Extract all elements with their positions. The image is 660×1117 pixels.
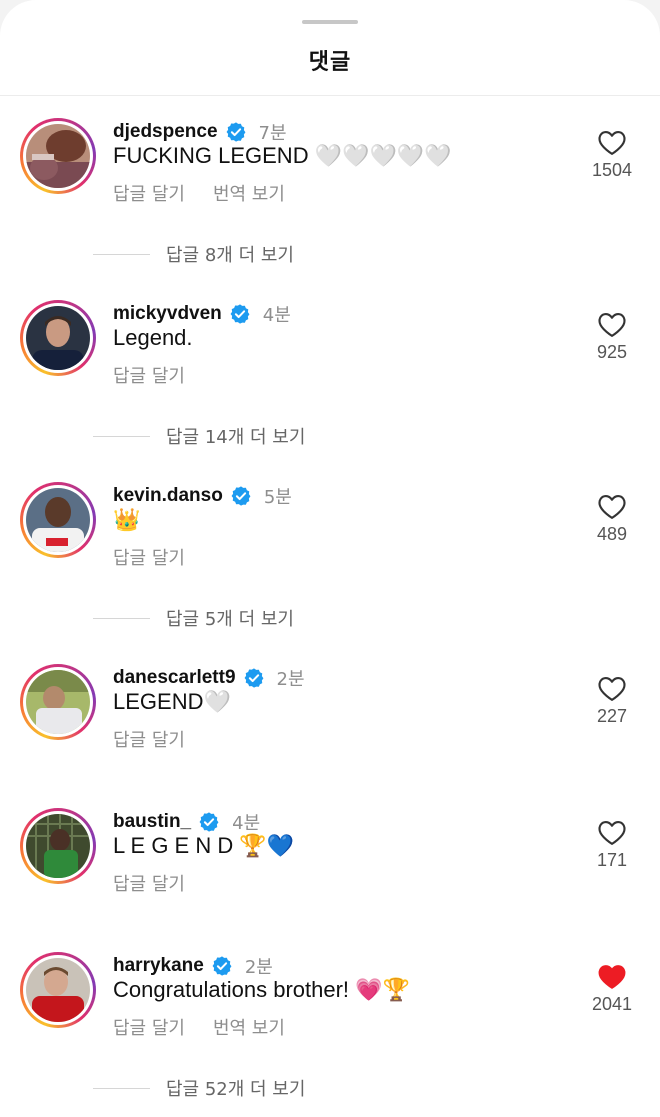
comment-time: 5분 xyxy=(263,487,292,508)
translate-button[interactable]: 번역 보기 xyxy=(213,180,285,206)
verified-badge-icon xyxy=(231,486,251,506)
comment-time: 2분 xyxy=(244,957,273,978)
avatar[interactable] xyxy=(20,664,96,740)
heart-outline-icon xyxy=(598,312,626,337)
heart-outline-icon xyxy=(598,130,626,155)
avatar[interactable] xyxy=(20,118,96,194)
like-count: 489 xyxy=(596,524,628,544)
heart-outline-icon xyxy=(598,494,626,519)
reply-divider-line xyxy=(93,435,150,437)
more-replies-label: 답글 52개 더 보기 xyxy=(166,1079,306,1100)
like-button[interactable]: 227 xyxy=(582,674,642,727)
avatar-photo xyxy=(26,306,90,370)
sheet-title: 댓글 xyxy=(308,50,352,75)
like-button[interactable]: 2041 xyxy=(582,962,642,1015)
avatar[interactable] xyxy=(20,952,96,1028)
avatar-photo xyxy=(26,958,90,1022)
heart-filled-icon xyxy=(598,965,626,989)
reply-button[interactable]: 답글 달기 xyxy=(113,870,185,896)
comment-username[interactable]: djedspence xyxy=(113,121,218,143)
more-replies-label: 답글 5개 더 보기 xyxy=(166,609,294,630)
view-more-replies[interactable]: 답글 52개 더 보기 xyxy=(93,1076,305,1100)
comment-time: 4분 xyxy=(232,813,261,834)
like-button[interactable]: 1504 xyxy=(582,128,642,181)
verified-badge-icon xyxy=(212,956,232,976)
view-more-replies[interactable]: 답글 5개 더 보기 xyxy=(93,606,294,630)
like-count: 171 xyxy=(596,850,628,870)
view-more-replies[interactable]: 답글 8개 더 보기 xyxy=(93,242,294,266)
reply-button[interactable]: 답글 달기 xyxy=(113,180,185,206)
avatar-photo xyxy=(26,124,90,188)
reply-divider-line xyxy=(93,253,150,255)
reply-button[interactable]: 답글 달기 xyxy=(113,726,185,752)
comment-time: 7분 xyxy=(258,123,287,144)
comment-text: Congratulations brother! 💗🏆 xyxy=(113,977,410,1002)
translate-button[interactable]: 번역 보기 xyxy=(213,1014,285,1040)
avatar-photo xyxy=(26,814,90,878)
avatar[interactable] xyxy=(20,482,96,558)
view-more-replies[interactable]: 답글 14개 더 보기 xyxy=(93,424,305,448)
reply-button[interactable]: 답글 달기 xyxy=(113,544,185,570)
comment-username[interactable]: harrykane xyxy=(113,955,204,977)
more-replies-label: 답글 8개 더 보기 xyxy=(166,245,294,266)
like-count: 227 xyxy=(596,706,628,726)
verified-badge-icon xyxy=(230,304,250,324)
heart-outline-icon xyxy=(598,820,626,845)
comment-username[interactable]: mickyvdven xyxy=(113,303,222,325)
drag-handle[interactable] xyxy=(302,20,358,24)
comment-text: FUCKING LEGEND 🤍🤍🤍🤍🤍 xyxy=(113,143,452,168)
avatar[interactable] xyxy=(20,808,96,884)
like-button[interactable]: 171 xyxy=(582,818,642,871)
avatar-photo xyxy=(26,488,90,552)
avatar[interactable] xyxy=(20,300,96,376)
comment-text: LEGEND🤍 xyxy=(113,689,231,714)
verified-badge-icon xyxy=(226,122,245,142)
comment-text: Legend. xyxy=(113,325,193,350)
comment-username[interactable]: baustin_ xyxy=(113,811,191,833)
verified-badge-icon xyxy=(244,668,263,688)
header-divider xyxy=(0,95,660,96)
like-count: 1504 xyxy=(591,160,633,180)
comments-sheet: 댓글 djedspence 7분 FUCKING LEGEND 🤍🤍🤍🤍🤍 답글… xyxy=(0,0,660,1117)
avatar-photo xyxy=(26,670,90,734)
comment-time: 4분 xyxy=(262,305,291,326)
reply-button[interactable]: 답글 달기 xyxy=(113,362,185,388)
reply-divider-line xyxy=(93,1087,150,1089)
heart-outline-icon xyxy=(598,676,626,701)
comment-text: L E G E N D 🏆💙 xyxy=(113,833,295,858)
like-count: 925 xyxy=(596,342,628,362)
comment-time: 2분 xyxy=(276,669,305,690)
comment-username[interactable]: kevin.danso xyxy=(113,485,223,507)
verified-badge-icon xyxy=(199,812,219,832)
reply-divider-line xyxy=(93,617,150,619)
comment-text: 👑 xyxy=(113,507,141,532)
like-button[interactable]: 925 xyxy=(582,310,642,363)
more-replies-label: 답글 14개 더 보기 xyxy=(166,427,306,448)
like-count: 2041 xyxy=(591,994,633,1014)
reply-button[interactable]: 답글 달기 xyxy=(113,1014,185,1040)
comment-username[interactable]: danescarlett9 xyxy=(113,667,236,689)
like-button[interactable]: 489 xyxy=(582,492,642,545)
